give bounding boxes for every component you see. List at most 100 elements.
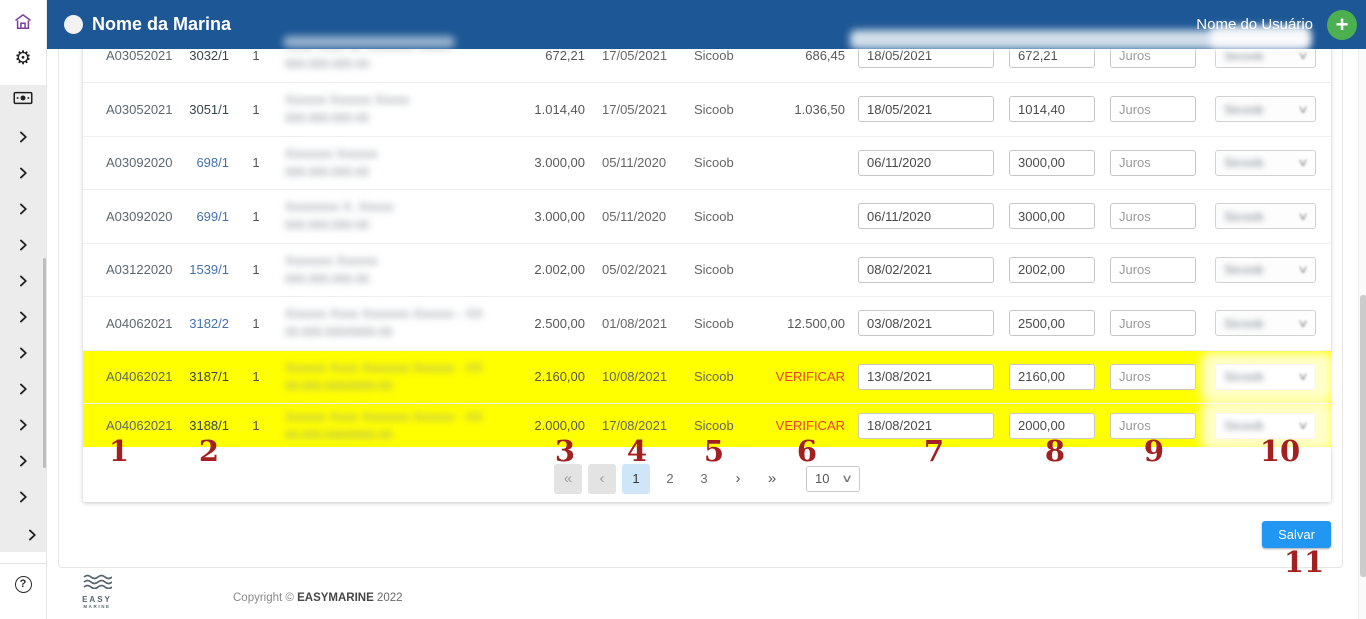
bank-select[interactable]: Sicoob ∨ <box>1215 310 1316 336</box>
payment-date-input[interactable] <box>858 203 994 229</box>
payment-value-input[interactable] <box>1009 203 1095 229</box>
bank-select-box[interactable]: Sicoob ∨ <box>1215 310 1316 336</box>
bank-select[interactable]: Sicoob ∨ <box>1215 257 1316 283</box>
row-code: A03052021 <box>106 48 184 63</box>
juros-input[interactable] <box>1110 257 1196 283</box>
payment-value-input[interactable] <box>1009 310 1095 336</box>
juros-input[interactable] <box>1110 203 1196 229</box>
pagination-last-button[interactable]: » <box>758 464 786 494</box>
row-code: A03122020 <box>106 262 184 277</box>
payment-date-input[interactable] <box>858 150 994 176</box>
sidebar-item-menu-10[interactable] <box>0 454 46 472</box>
row-invoice-link[interactable]: 3051/1 <box>184 102 229 117</box>
payment-date-input[interactable] <box>858 310 994 336</box>
row-code: A03092020 <box>106 155 184 170</box>
row-bank: Sicoob <box>694 369 754 384</box>
bank-select[interactable]: Sicoob ∨ <box>1215 203 1316 229</box>
row-invoice-link[interactable]: 3188/1 <box>184 418 229 433</box>
sidebar-item-menu-7[interactable] <box>0 346 46 364</box>
bank-select-box[interactable]: Sicoob ∨ <box>1215 257 1316 283</box>
sidebar-item-menu-4[interactable] <box>0 238 46 256</box>
payment-value-input[interactable] <box>1009 364 1095 390</box>
juros-input[interactable] <box>1110 413 1196 439</box>
chevron-right-icon <box>16 202 30 216</box>
bank-select-value-blurred: Sicoob <box>1224 369 1264 384</box>
gear-icon: ⚙ <box>14 48 31 69</box>
payment-value-input[interactable] <box>1009 413 1095 439</box>
pagination-prev-button[interactable]: ‹ <box>588 464 616 494</box>
bank-select[interactable]: Sicoob ∨ <box>1215 413 1316 439</box>
divider <box>0 563 46 564</box>
sidebar-item-menu-sub[interactable] <box>9 528 55 546</box>
customer-doc-blurred: 000.000.000-00 <box>285 164 525 181</box>
sidebar-item-menu-9[interactable] <box>0 418 46 436</box>
payment-value-input[interactable] <box>1009 257 1095 283</box>
row-value: 3.000,00 <box>525 209 585 224</box>
sidebar-item-menu-8[interactable] <box>0 382 46 400</box>
payment-date-input[interactable] <box>858 257 994 283</box>
row-paid-or-status: 12.500,00 <box>754 316 845 331</box>
juros-input[interactable] <box>1110 364 1196 390</box>
top-header-bar: Nome da Marina Nome do Usuário + <box>47 0 1366 49</box>
row-qty: 1 <box>241 262 271 277</box>
table-row: A04062021 3188/1 1 Xxxxxx Xxxx Xxxxxxx X… <box>83 403 1331 447</box>
sidebar-item-menu-3[interactable] <box>0 202 46 220</box>
juros-input[interactable] <box>1110 96 1196 122</box>
bank-select-box[interactable]: Sicoob ∨ <box>1215 203 1316 229</box>
bank-select-box[interactable]: Sicoob ∨ <box>1215 96 1316 122</box>
page-size-select[interactable]: 10∨ <box>806 466 860 492</box>
chevron-right-icon <box>16 274 30 288</box>
chevron-down-icon: ∨ <box>1297 103 1308 116</box>
row-customer-redacted: Xxxxxx Xxxx Xxxxxxx Xxxxxx - XX 00.000.0… <box>285 408 525 444</box>
payment-date-input[interactable] <box>858 364 994 390</box>
payment-date-input[interactable] <box>858 413 994 439</box>
sidebar-item-help[interactable]: ? <box>0 575 46 593</box>
pagination-page-1[interactable]: 1 <box>622 464 650 494</box>
pagination-next-button[interactable]: › <box>724 464 752 494</box>
bank-select-box[interactable]: Sicoob ∨ <box>1215 150 1316 176</box>
user-name[interactable]: Nome do Usuário <box>1196 16 1313 33</box>
sidebar-item-billing[interactable] <box>0 90 46 110</box>
row-invoice-link[interactable]: 3032/1 <box>184 48 229 63</box>
sidebar-item-menu-1[interactable] <box>0 130 46 148</box>
row-paid-or-status: VERIFICAR <box>754 369 845 384</box>
save-button[interactable]: Salvar <box>1262 521 1331 548</box>
pagination-first-button[interactable]: « <box>554 464 582 494</box>
table-row: A03052021 3051/1 1 Xxxxxx Xxxxxx Xxxxx 0… <box>83 82 1331 136</box>
payment-date-input[interactable] <box>858 96 994 122</box>
bank-select-box[interactable]: Sicoob ∨ <box>1215 413 1316 439</box>
sidebar-item-menu-5[interactable] <box>0 274 46 292</box>
home-icon <box>13 12 33 32</box>
sidebar-item-menu-11[interactable] <box>0 490 46 508</box>
row-due-date: 01/08/2021 <box>602 316 672 331</box>
bank-select[interactable]: Sicoob ∨ <box>1215 364 1316 390</box>
bank-select[interactable]: Sicoob ∨ <box>1215 150 1316 176</box>
sidebar-scrollbar-thumb[interactable] <box>43 258 46 468</box>
chevron-down-icon: ∨ <box>1297 419 1308 432</box>
scrollbar-track[interactable] <box>1358 49 1366 619</box>
sidebar-item-menu-2[interactable] <box>0 166 46 184</box>
chevron-right-icon <box>16 238 30 252</box>
customer-name-blurred: Xxxxxx Xxxx Xxxxxxx Xxxxxx - XX <box>285 359 525 378</box>
bank-select-box[interactable]: Sicoob ∨ <box>1215 364 1316 390</box>
pagination-page-3[interactable]: 3 <box>690 464 718 494</box>
payment-value-input[interactable] <box>1009 150 1095 176</box>
row-invoice-link[interactable]: 698/1 <box>184 155 229 170</box>
scrollbar-thumb[interactable] <box>1360 295 1366 577</box>
row-customer-redacted: Xxxxxx Xxxx Xxxxxxx Xxxxxx - XX 00.000.0… <box>285 359 525 395</box>
row-invoice-link[interactable]: 3182/2 <box>184 316 229 331</box>
sidebar-item-home[interactable] <box>0 12 46 36</box>
payment-value-input[interactable] <box>1009 96 1095 122</box>
juros-input[interactable] <box>1110 150 1196 176</box>
row-invoice-link[interactable]: 1539/1 <box>184 262 229 277</box>
sidebar-item-menu-6[interactable] <box>0 310 46 328</box>
sidebar-item-settings[interactable]: ⚙ <box>0 49 46 68</box>
juros-input[interactable] <box>1110 310 1196 336</box>
app-root: A03052021 3032/1 1 Xxxx Xxxx xx Xxxxxxx … <box>0 0 1366 619</box>
table-row: A04062021 3182/2 1 Xxxxxx Xxxx Xxxxxxx X… <box>83 296 1331 350</box>
pagination-page-2[interactable]: 2 <box>656 464 684 494</box>
add-button[interactable]: + <box>1327 10 1357 40</box>
row-invoice-link[interactable]: 3187/1 <box>184 369 229 384</box>
row-invoice-link[interactable]: 699/1 <box>184 209 229 224</box>
bank-select[interactable]: Sicoob ∨ <box>1215 96 1316 122</box>
